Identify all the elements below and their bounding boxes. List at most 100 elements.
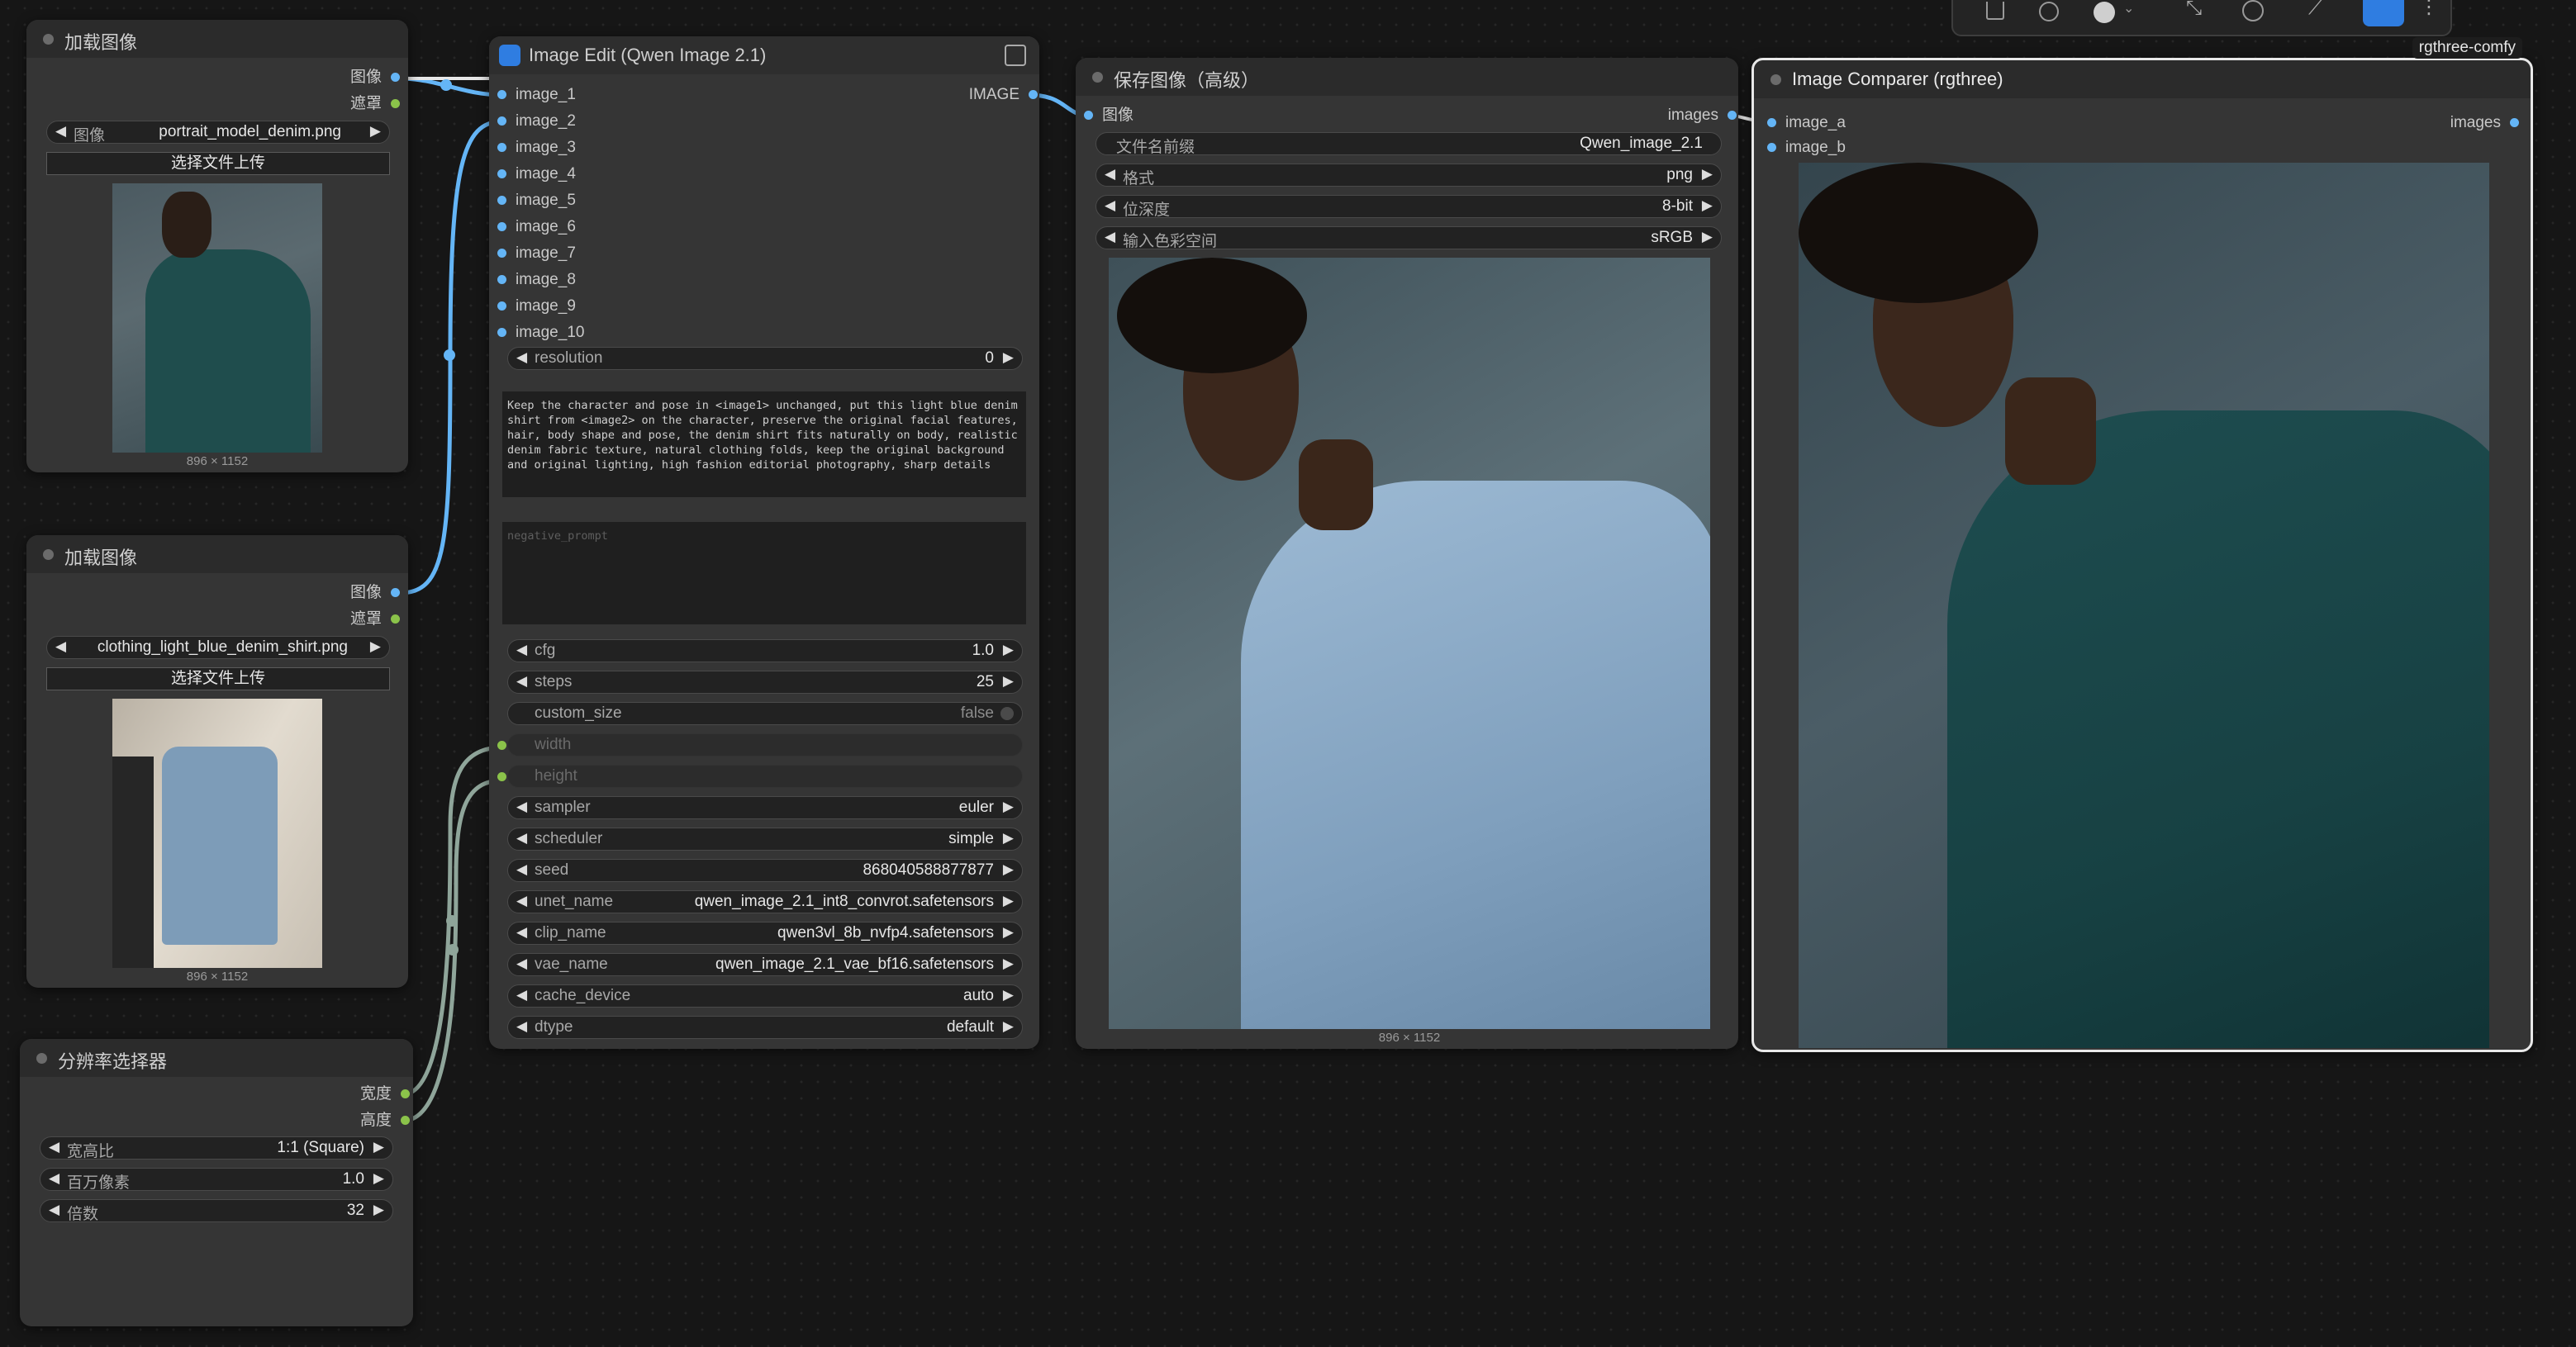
steps-widget[interactable]: ◀ steps 25 ▶ [507, 671, 1023, 694]
figure-hair [1799, 163, 2038, 303]
node-title-bar[interactable]: 加载图像 [26, 20, 408, 58]
image-dimensions: 896 × 1152 [186, 454, 249, 468]
input-image-4[interactable]: image_4 [497, 164, 576, 184]
prompt-textarea[interactable]: Keep the character and pose in <image1> … [502, 391, 1026, 497]
input-image-1[interactable]: image_1 [497, 85, 576, 105]
resolution-widget[interactable]: ◀ resolution 0 ▶ [507, 347, 1023, 370]
output-images[interactable]: images [2450, 113, 2520, 133]
input-image-7[interactable]: image_7 [497, 244, 576, 263]
node-title: 分辨率选择器 [58, 1051, 168, 1072]
color-icon[interactable] [2094, 2, 2115, 23]
output-image[interactable]: IMAGE [969, 85, 1038, 105]
toggle-knob[interactable] [1000, 707, 1014, 720]
node-title: Image Edit (Qwen Image 2.1) [529, 45, 767, 65]
input-image-8[interactable]: image_8 [497, 270, 576, 290]
sampler-widget[interactable]: ◀ sampler euler ▶ [507, 796, 1023, 819]
node-title-bar[interactable]: Image Edit (Qwen Image 2.1) [489, 36, 1039, 74]
multiple-widget[interactable]: ◀ 倍数 32 ▶ [40, 1199, 393, 1223]
output-mask[interactable]: 遮罩 [350, 94, 401, 114]
collapse-dot-icon[interactable] [1092, 72, 1103, 83]
bit-depth-widget[interactable]: ◀ 位深度 8-bit ▶ [1096, 195, 1722, 219]
input-image-a[interactable]: image_a [1767, 113, 1846, 133]
collapse-dot-icon[interactable] [1770, 74, 1781, 85]
figure-neck [1299, 439, 1373, 530]
node-icon [499, 45, 520, 66]
format-widget[interactable]: ◀ 格式 png ▶ [1096, 164, 1722, 187]
more-icon[interactable]: ⋮ [2419, 0, 2439, 19]
cache-device-widget[interactable]: ◀ cache_device auto ▶ [507, 984, 1023, 1008]
input-image-10[interactable]: image_10 [497, 323, 584, 343]
denim-shirt [162, 747, 278, 945]
chevron-down-icon[interactable]: ⌄ [2123, 0, 2134, 17]
fit-icon[interactable]: ⤡ [2186, 0, 2202, 20]
figure-head [162, 192, 211, 258]
vae-name-widget[interactable]: ◀ vae_name qwen_image_2.1_vae_bf16.safete… [507, 953, 1023, 976]
height-widget: height [507, 765, 1023, 788]
output-mask[interactable]: 遮罩 [350, 609, 401, 629]
image-dimensions: 896 × 1152 [186, 970, 249, 984]
negative-prompt-textarea[interactable]: negative_prompt [502, 522, 1026, 624]
clip-name-widget[interactable]: ◀ clip_name qwen3vl_8b_nvfp4.safetensors ▶ [507, 922, 1023, 945]
input-image-6[interactable]: image_6 [497, 217, 576, 237]
dtype-widget[interactable]: ◀ dtype default ▶ [507, 1016, 1023, 1039]
node-load-image-1[interactable]: 加载图像 图像 遮罩 ◀ 图像 portrait_model_denim.png … [26, 20, 408, 472]
seed-widget[interactable]: ◀ seed 868040588877877 ▶ [507, 859, 1023, 882]
trash-icon[interactable] [1986, 2, 2004, 20]
node-save-image[interactable]: 保存图像（高级） 图像 images 文件名前缀 Qwen_image_2.1 … [1076, 58, 1738, 1049]
cfg-widget[interactable]: ◀ cfg 1.0 ▶ [507, 639, 1023, 662]
input-image-5[interactable]: image_5 [497, 191, 576, 211]
upload-button[interactable]: 选择文件上传 [46, 667, 390, 690]
collapse-dot-icon[interactable] [36, 1053, 47, 1064]
output-images[interactable]: images [1668, 106, 1737, 126]
scheduler-widget[interactable]: ◀ scheduler simple ▶ [507, 828, 1023, 851]
output-image[interactable]: 图像 [350, 68, 401, 88]
figure-sweater [145, 249, 311, 453]
node-title-bar[interactable]: 保存图像（高级） [1076, 58, 1738, 96]
chart-icon[interactable]: ⟋ [2308, 0, 2322, 20]
node-title: 保存图像（高级） [1114, 70, 1260, 91]
node-title: 加载图像 [64, 548, 138, 568]
width-widget: width [507, 733, 1023, 757]
node-title: 加载图像 [64, 32, 138, 53]
expand-icon[interactable] [1005, 45, 1026, 66]
unet-name-widget[interactable]: ◀ unet_name qwen_image_2.1_int8_convrot.s… [507, 890, 1023, 913]
collapse-dot-icon[interactable] [43, 34, 54, 45]
image-select-widget[interactable]: ◀ clothing_light_blue_denim_shirt.png ▶ [46, 636, 390, 659]
input-image-9[interactable]: image_9 [497, 296, 576, 316]
input-image-b[interactable]: image_b [1767, 138, 1846, 158]
upload-button[interactable]: 选择文件上传 [46, 152, 390, 175]
megapixels-widget[interactable]: ◀ 百万像素 1.0 ▶ [40, 1168, 393, 1192]
input-image[interactable]: 图像 [1084, 106, 1134, 126]
node-title: Image Comparer (rgthree) [1792, 69, 2003, 89]
node-image-comparer[interactable]: rgthree-comfy Image Comparer (rgthree) i… [1751, 37, 2533, 1052]
history-icon[interactable] [2242, 0, 2264, 21]
image-select-widget[interactable]: ◀ 图像 portrait_model_denim.png ▶ [46, 121, 390, 145]
saved-image-preview [1109, 258, 1710, 1029]
dark-jacket [112, 757, 154, 968]
input-image-2[interactable]: image_2 [497, 111, 576, 131]
node-badge: rgthree-comfy [2412, 37, 2522, 59]
image-dimensions: 896 × 1152 [1378, 1031, 1441, 1045]
run-icon[interactable] [2363, 0, 2404, 26]
node-title-bar[interactable]: 加载图像 [26, 535, 408, 573]
color-space-widget[interactable]: ◀ 输入色彩空间 sRGB ▶ [1096, 226, 1722, 250]
output-width[interactable]: 宽度 [360, 1084, 411, 1104]
output-height[interactable]: 高度 [360, 1111, 411, 1131]
figure-neck [2005, 377, 2096, 485]
custom-size-toggle[interactable]: custom_size false [507, 702, 1023, 725]
node-resolution-selector[interactable]: 分辨率选择器 宽度 高度 ◀ 宽高比 1:1 (Square) ▶ ◀ 百万像素 1.… [20, 1039, 413, 1326]
info-icon[interactable] [2039, 2, 2059, 21]
node-image-edit[interactable]: Image Edit (Qwen Image 2.1) image_1 imag… [489, 36, 1039, 1049]
filename-prefix-widget[interactable]: 文件名前缀 Qwen_image_2.1 [1096, 132, 1722, 156]
node-load-image-2[interactable]: 加载图像 图像 遮罩 ◀ clothing_light_blue_denim_s… [26, 535, 408, 988]
node-title-bar[interactable]: 分辨率选择器 [20, 1039, 413, 1077]
node-title-bar[interactable]: Image Comparer (rgthree) [1754, 60, 2531, 98]
aspect-ratio-widget[interactable]: ◀ 宽高比 1:1 (Square) ▶ [40, 1136, 393, 1160]
collapse-dot-icon[interactable] [43, 549, 54, 560]
output-image[interactable]: 图像 [350, 583, 401, 603]
input-image-3[interactable]: image_3 [497, 138, 576, 158]
comparer-image-preview[interactable] [1799, 163, 2489, 1048]
image-preview-shirt [112, 699, 322, 968]
selection-toolbar: ⌄ ⤡ ⟋ ⋮ [1951, 0, 2452, 36]
figure-green-sweater [1947, 410, 2489, 1048]
